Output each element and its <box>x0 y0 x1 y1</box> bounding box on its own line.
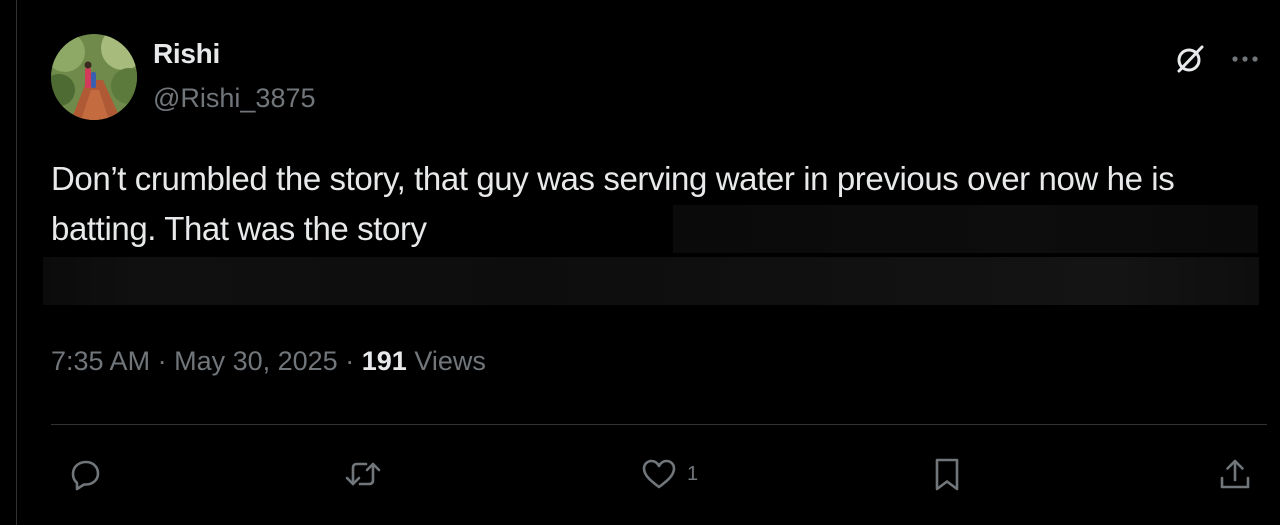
more-icon[interactable] <box>1227 42 1263 76</box>
like-button[interactable]: 1 <box>637 452 698 496</box>
blurred-content <box>673 205 1258 253</box>
post-date[interactable]: May 30, 2025 <box>174 346 338 376</box>
divider <box>51 424 1267 425</box>
author-handle[interactable]: @Rishi_3875 <box>153 83 316 114</box>
like-icon <box>642 459 676 489</box>
repost-icon <box>345 462 381 486</box>
separator: · <box>345 346 355 376</box>
post-card: Rishi @Rishi_3875 Don’t crumbled the sto… <box>16 0 1280 525</box>
repost-button[interactable] <box>341 452 385 496</box>
like-count: 1 <box>687 462 699 485</box>
views-count[interactable]: 191 <box>362 346 407 376</box>
author-name[interactable]: Rishi <box>153 38 220 70</box>
avatar[interactable] <box>51 34 137 120</box>
bookmark-icon <box>935 458 959 491</box>
post-metadata: 7:35 AM · May 30, 2025 · 191 Views <box>51 346 486 377</box>
grok-icon[interactable] <box>1173 42 1207 76</box>
views-label[interactable]: Views <box>414 346 486 376</box>
avatar-image <box>51 34 137 120</box>
share-button[interactable] <box>1213 452 1257 496</box>
post-time[interactable]: 7:35 AM <box>51 346 150 376</box>
share-icon <box>1220 459 1250 489</box>
reply-button[interactable] <box>63 452 107 496</box>
reply-icon <box>71 460 100 491</box>
bookmark-button[interactable] <box>925 452 969 496</box>
blurred-content <box>43 257 1259 305</box>
separator: · <box>157 346 167 376</box>
